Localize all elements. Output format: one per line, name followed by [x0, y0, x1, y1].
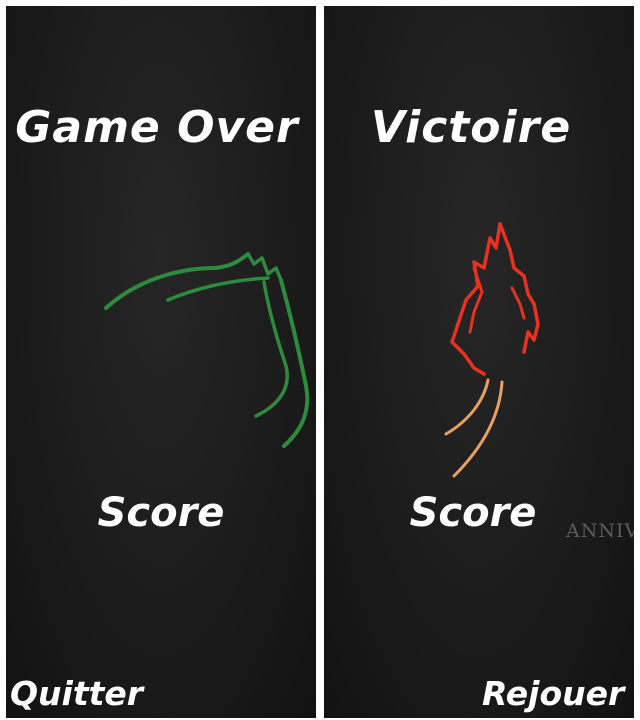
- green-swoosh-icon: [104, 252, 310, 448]
- game-end-screen: Game Over Score Quitter Victoire Score A…: [0, 0, 640, 720]
- watermark-text: ANNIV: [566, 520, 634, 542]
- quit-button[interactable]: Quitter: [10, 674, 143, 713]
- flame-icon: [444, 222, 540, 478]
- replay-button[interactable]: Rejouer: [482, 674, 624, 713]
- game-over-panel: Game Over Score Quitter: [6, 6, 316, 718]
- victory-panel: Victoire Score ANNIV Rejouer: [324, 6, 634, 718]
- game-over-score-label: Score: [97, 490, 225, 536]
